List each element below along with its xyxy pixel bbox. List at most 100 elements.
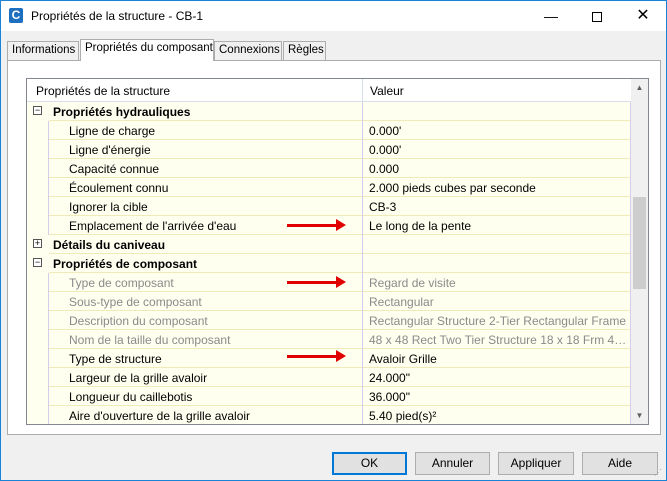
civil3d-app-icon: C [9,8,23,23]
row-column-separator [362,197,363,216]
property-row[interactable]: Description du composant Rectangular Stru… [27,311,631,330]
cancel-button[interactable]: Annuler [415,452,490,475]
collapse-icon[interactable]: − [33,106,42,115]
row-gutter [27,349,49,368]
grid-header: Propriétés de la structure Valeur [27,79,631,102]
property-value[interactable]: 5.40 pied(s)² [369,409,627,423]
row-gutter [27,159,49,178]
property-value[interactable]: 0.000' [369,124,627,138]
row-gutter [27,121,49,140]
property-value[interactable]: 0.000' [369,143,627,157]
property-value: Rectangular [369,295,434,309]
ok-button[interactable]: OK [332,452,407,475]
apply-button[interactable]: Appliquer [498,452,574,475]
property-value: Rectangular Structure 2-Tier Rectangular… [369,314,626,328]
annotation-arrow-type-composant [287,276,346,288]
category-row[interactable]: + Détails du caniveau [27,235,631,254]
scroll-down-icon[interactable]: ▼ [631,407,648,424]
row-gutter [27,292,49,311]
maximize-icon [592,12,602,23]
row-gutter [27,311,49,330]
property-label: Capacité connue [69,162,160,176]
row-column-separator [362,406,363,424]
row-column-separator [362,235,363,254]
tab-regles[interactable]: Règles [283,41,326,60]
row-gutter [27,273,49,292]
row-column-separator [362,368,363,387]
property-label: Largeur de la grille avaloir [69,371,208,385]
property-row[interactable]: Longueur du caillebotis 36.000" [27,387,631,406]
property-label: Ligne d'énergie [69,143,151,157]
annotation-arrow-emplacement [287,219,346,231]
property-label: Nom de la taille du composant [69,333,231,347]
property-value[interactable]: 36.000" [369,390,627,404]
property-value: Regard de visite [369,276,456,290]
column-separator[interactable] [362,79,363,102]
row-gutter [27,387,49,406]
title-bar[interactable]: C Propriétés de la structure - CB-1 — ✕ [1,1,666,31]
row-column-separator [362,216,363,235]
row-column-separator [362,349,363,368]
property-grid: Propriétés de la structure Valeur − Propr… [26,78,649,425]
property-value[interactable]: Avaloir Grille [369,352,627,366]
property-row[interactable]: Ignorer la cible CB-3 [27,197,631,216]
property-label: Description du composant [69,314,208,328]
property-value: 48 x 48 Rect Two Tier Structure 18 x 18 … [369,333,627,347]
property-row[interactable]: Aire d'ouverture de la grille avaloir 5.4… [27,406,631,424]
category-row[interactable]: − Propriétés hydrauliques [27,102,631,121]
annotation-arrow-type-structure [287,350,346,362]
row-column-separator [362,387,363,406]
resize-grip-icon[interactable]: ⋰ [654,468,664,478]
property-value[interactable]: Le long de la pente [369,219,627,233]
property-label: Type de structure [69,352,162,366]
property-value[interactable]: 0.000 [369,162,627,176]
row-column-separator [362,254,363,273]
property-value[interactable]: CB-3 [369,200,627,214]
property-value[interactable]: 2.000 pieds cubes par seconde [369,181,627,195]
property-row[interactable]: Ligne de charge 0.000' [27,121,631,140]
vertical-scrollbar[interactable]: ▲ ▼ [631,79,648,424]
row-gutter [27,368,49,387]
tab-informations[interactable]: Informations [7,41,79,60]
property-value[interactable]: 24.000" [369,371,627,385]
row-column-separator [362,159,363,178]
property-row[interactable]: Sous-type de composant Rectangular [27,292,631,311]
minimize-button[interactable]: — [528,1,574,31]
column-header-property[interactable]: Propriétés de la structure [36,84,170,98]
row-gutter [27,178,49,197]
row-column-separator [362,121,363,140]
row-column-separator [362,140,363,159]
collapse-icon[interactable]: − [33,258,42,267]
property-row[interactable]: Capacité connue 0.000 [27,159,631,178]
property-row[interactable]: Ligne d'énergie 0.000' [27,140,631,159]
scroll-up-icon[interactable]: ▲ [631,79,648,96]
row-column-separator [362,311,363,330]
property-label: Aire d'ouverture de la grille avaloir [69,409,251,423]
window-title: Propriétés de la structure - CB-1 [31,9,204,23]
property-row[interactable]: Écoulement connu 2.000 pieds cubes par se… [27,178,631,197]
property-row[interactable]: Type de structure Avaloir Grille [27,349,631,368]
category-row[interactable]: − Propriétés de composant [27,254,631,273]
row-gutter [27,140,49,159]
row-gutter [27,197,49,216]
property-row[interactable]: Largeur de la grille avaloir 24.000" [27,368,631,387]
category-label: Propriétés hydrauliques [53,105,191,119]
tab-connexions[interactable]: Connexions [214,41,282,60]
property-label: Ignorer la cible [69,200,148,214]
tab-proprietes-du-composant[interactable]: Propriétés du composant [80,39,214,61]
expand-icon[interactable]: + [33,239,42,248]
column-header-value[interactable]: Valeur [370,84,404,98]
property-row[interactable]: Nom de la taille du composant 48 x 48 Rec… [27,330,631,349]
category-label: Propriétés de composant [53,257,198,271]
scrollbar-thumb[interactable] [633,197,646,289]
help-button[interactable]: Aide [582,452,658,475]
row-gutter [27,406,49,424]
property-label: Écoulement connu [69,181,169,195]
properties-dialog: C Propriétés de la structure - CB-1 — ✕ … [0,0,667,481]
row-column-separator [362,178,363,197]
maximize-button[interactable] [574,1,620,31]
property-label: Longueur du caillebotis [69,390,193,404]
row-gutter [27,330,49,349]
close-button[interactable]: ✕ [620,1,666,31]
row-column-separator [362,292,363,311]
